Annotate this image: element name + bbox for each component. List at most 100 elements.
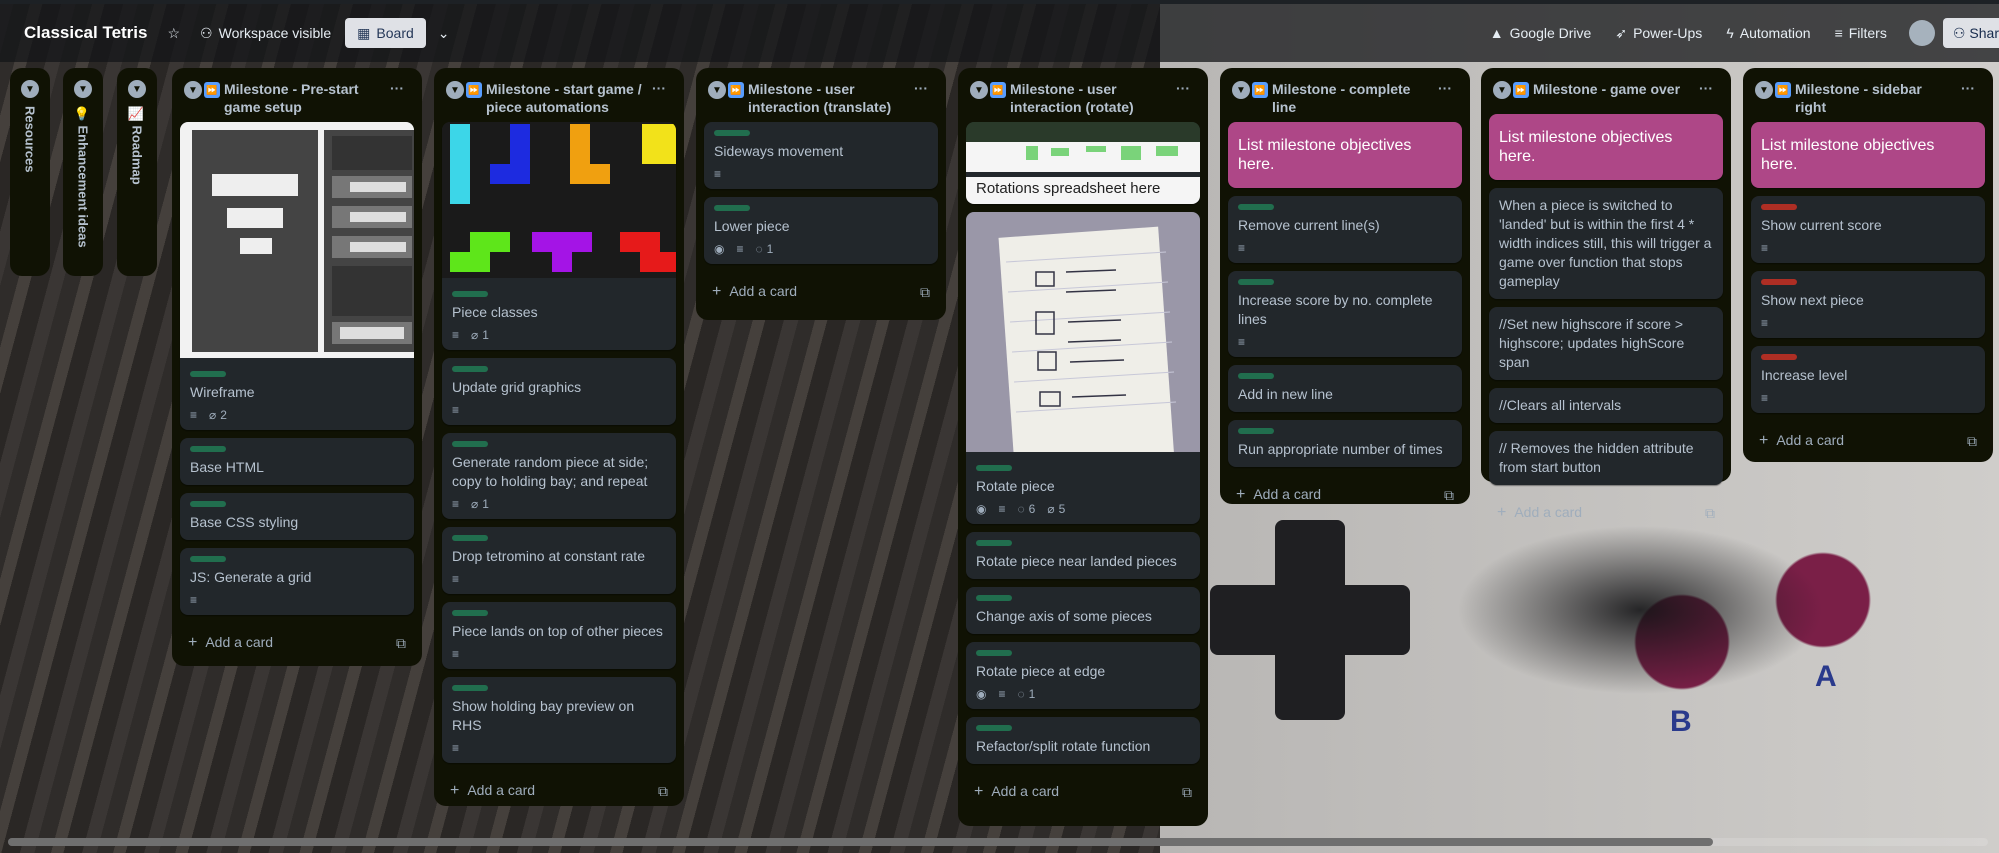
description-icon: ≡ — [714, 167, 722, 181]
template-icon[interactable]: ⧉ — [1967, 433, 1977, 450]
template-icon[interactable]: ⧉ — [1705, 505, 1715, 522]
card[interactable]: Rotate piece ◉ ≡ ◌ 6 ⌀ 5 — [966, 212, 1200, 524]
add-card-button[interactable]: + Add a card ⧉ — [1228, 475, 1462, 515]
card[interactable]: Generate random piece at side; copy to h… — [442, 433, 676, 519]
list-title[interactable]: Milestone - user interaction (rotate) — [1010, 80, 1170, 116]
horizontal-scrollbar-thumb[interactable] — [8, 838, 1713, 846]
google-drive-button[interactable]: ▲ Google Drive — [1482, 18, 1600, 48]
card[interactable]: //Clears all intervals — [1489, 388, 1723, 423]
automation-button[interactable]: ϟ Automation — [1718, 18, 1818, 48]
card[interactable]: Refactor/split rotate function — [966, 717, 1200, 764]
card[interactable]: Show holding bay preview on RHS ≡ — [442, 677, 676, 763]
template-icon[interactable]: ⧉ — [920, 284, 930, 301]
add-card-label: Add a card — [991, 783, 1060, 799]
card[interactable]: List milestone objectives here. — [1751, 122, 1985, 188]
card[interactable]: Update grid graphics ≡ — [442, 358, 676, 425]
list-menu-icon[interactable]: ··· — [908, 80, 934, 96]
card[interactable]: Show current score ≡ — [1751, 196, 1985, 263]
collapse-chevron-icon[interactable]: ▼ — [708, 81, 726, 99]
share-label: Shar — [1969, 25, 1999, 41]
chevron-down-icon[interactable]: ▼ — [128, 80, 146, 98]
power-ups-button[interactable]: ➶ Power-Ups — [1607, 18, 1710, 48]
card[interactable]: Add in new line — [1228, 365, 1462, 412]
card[interactable]: Rotations spreadsheet here — [966, 122, 1200, 204]
list-title[interactable]: Milestone - sidebar right — [1795, 80, 1955, 116]
card-badges: ≡ — [190, 593, 404, 607]
card[interactable]: Base HTML — [180, 438, 414, 485]
chevron-down-icon[interactable]: ▼ — [21, 80, 39, 98]
collapse-chevron-icon[interactable]: ▼ — [1493, 81, 1511, 99]
filters-button[interactable]: ≡ Filters — [1827, 18, 1895, 48]
card[interactable]: Wireframe ≡ ⌀ 2 — [180, 122, 414, 430]
add-card-button[interactable]: + Add a card ⧉ — [704, 272, 938, 312]
list-title[interactable]: Milestone - Pre-start game setup — [224, 80, 384, 116]
card[interactable]: Run appropriate number of times — [1228, 420, 1462, 467]
card[interactable]: List milestone objectives here. — [1489, 114, 1723, 180]
attachment-count: 2 — [220, 408, 227, 422]
list-title[interactable]: Milestone - user interaction (translate) — [748, 80, 908, 116]
card[interactable]: Rotate piece at edge ◉ ≡ ◌ 1 — [966, 642, 1200, 709]
list-menu-icon[interactable]: ··· — [1432, 80, 1458, 96]
card[interactable]: Increase level ≡ — [1751, 346, 1985, 413]
template-icon[interactable]: ⧉ — [658, 783, 668, 800]
collapsed-list-enhancement-ideas[interactable]: ▼ 💡 Enhancement ideas — [63, 68, 103, 276]
chevron-down-icon[interactable]: ▼ — [74, 80, 92, 98]
card[interactable]: Rotate piece near landed pieces — [966, 532, 1200, 579]
collapse-chevron-icon[interactable]: ▼ — [1232, 81, 1250, 99]
list-cards-scroll[interactable]: Rotations spreadsheet here Rotate piece … — [966, 122, 1200, 772]
list-title[interactable]: Milestone - game over — [1533, 80, 1693, 98]
list-menu-icon[interactable]: ··· — [1170, 80, 1196, 96]
view-switcher-button[interactable]: ⌄ — [430, 18, 458, 48]
card-title: Rotate piece near landed pieces — [976, 553, 1177, 569]
card-title: Wireframe — [190, 384, 255, 400]
list-menu-icon[interactable]: ··· — [1955, 80, 1981, 96]
list-start-game: ▼ ⏩ Milestone - start game / piece autom… — [434, 68, 684, 806]
card[interactable]: List milestone objectives here. — [1228, 122, 1462, 188]
collapsed-list-roadmap[interactable]: ▼ 📈 Roadmap — [117, 68, 157, 276]
green-label — [1238, 373, 1274, 379]
template-icon[interactable]: ⧉ — [396, 635, 406, 652]
green-label — [976, 725, 1012, 731]
card[interactable]: JS: Generate a grid ≡ — [180, 548, 414, 615]
card[interactable]: Increase score by no. complete lines ≡ — [1228, 271, 1462, 357]
board-title[interactable]: Classical Tetris — [24, 23, 147, 43]
collapsed-list-resources[interactable]: ▼ Resources — [10, 68, 50, 276]
template-icon[interactable]: ⧉ — [1182, 784, 1192, 801]
list-menu-icon[interactable]: ··· — [384, 80, 410, 96]
card-title: Update grid graphics — [452, 379, 582, 395]
description-icon: ≡ — [736, 242, 744, 256]
card[interactable]: Lower piece ◉ ≡ ◌ 1 — [704, 197, 938, 264]
list-menu-icon[interactable]: ··· — [646, 80, 672, 96]
collapse-chevron-icon[interactable]: ▼ — [446, 81, 464, 99]
share-button[interactable]: ⚇ Shar — [1942, 18, 1999, 48]
comment-count: 6 — [1028, 502, 1036, 516]
card[interactable]: //Set new highscore if score > highscore… — [1489, 307, 1723, 380]
card[interactable]: Piece classes ≡ ⌀ 1 — [442, 122, 676, 350]
description-icon: ≡ — [1761, 316, 1769, 330]
card[interactable]: // Removes the hidden attribute from sta… — [1489, 431, 1723, 485]
card[interactable]: Remove current line(s) ≡ — [1228, 196, 1462, 263]
card[interactable]: Show next piece ≡ — [1751, 271, 1985, 338]
card[interactable]: Sideways movement ≡ — [704, 122, 938, 189]
list-title[interactable]: Milestone - start game / piece automatio… — [486, 80, 646, 116]
card[interactable]: Drop tetromino at constant rate ≡ — [442, 527, 676, 594]
add-card-button[interactable]: + Add a card ⧉ — [1751, 421, 1985, 461]
list-title[interactable]: Milestone - complete line — [1272, 80, 1432, 116]
member-avatar[interactable] — [1908, 20, 1935, 46]
card[interactable]: When a piece is switched to 'landed' but… — [1489, 188, 1723, 299]
add-card-button[interactable]: + Add a card ⧉ — [442, 771, 676, 811]
star-button[interactable]: ☆ — [159, 18, 188, 48]
template-icon[interactable]: ⧉ — [1444, 487, 1454, 504]
add-card-button[interactable]: + Add a card ⧉ — [180, 623, 414, 663]
add-card-button[interactable]: + Add a card ⧉ — [966, 772, 1200, 812]
add-card-button[interactable]: + Add a card ⧉ — [1489, 493, 1723, 533]
card[interactable]: Base CSS styling — [180, 493, 414, 540]
board-view-button[interactable]: ▦ Board — [345, 18, 426, 48]
collapse-chevron-icon[interactable]: ▼ — [184, 81, 202, 99]
card[interactable]: Piece lands on top of other pieces ≡ — [442, 602, 676, 669]
card[interactable]: Change axis of some pieces — [966, 587, 1200, 634]
collapse-chevron-icon[interactable]: ▼ — [1755, 81, 1773, 99]
visibility-button[interactable]: ⚇ Workspace visible — [192, 18, 339, 48]
list-menu-icon[interactable]: ··· — [1693, 80, 1719, 96]
collapse-chevron-icon[interactable]: ▼ — [970, 81, 988, 99]
